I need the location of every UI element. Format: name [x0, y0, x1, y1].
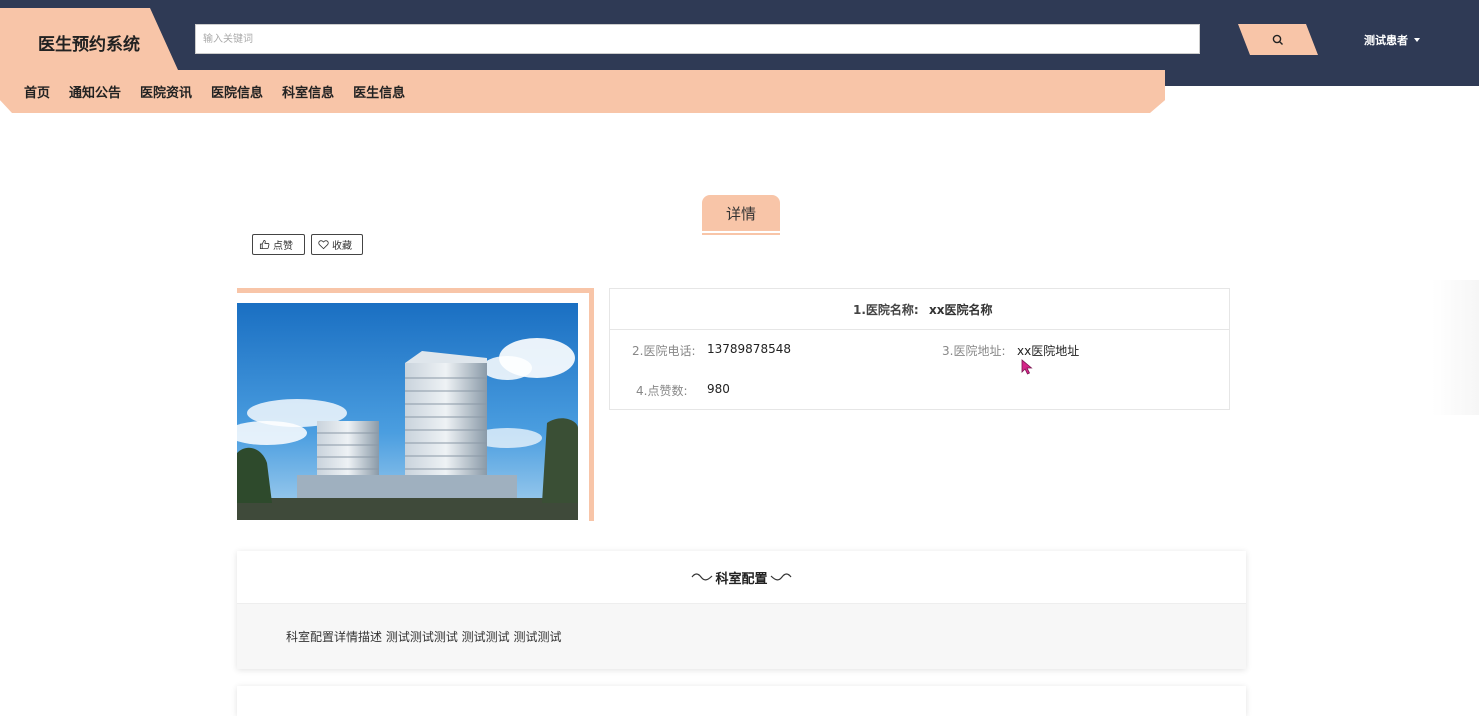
hospital-address-label: 3.医院地址:: [942, 344, 1006, 358]
collect-label: 收藏: [332, 241, 352, 252]
likes-count-value: 980: [707, 382, 730, 396]
hospital-phone-value: 13789878548: [707, 342, 791, 356]
thumbs-up-icon: [259, 239, 270, 250]
nav-item-department[interactable]: 科室信息: [282, 82, 334, 101]
hospital-name-label: 1.医院名称:: [853, 303, 919, 317]
left-ornament-icon: [692, 573, 713, 581]
info-divider: [610, 329, 1230, 330]
hospital-name-value: xx医院名称: [929, 303, 993, 317]
side-shadow: [1432, 280, 1479, 415]
next-section-card: [237, 686, 1246, 716]
hospital-image: [237, 303, 578, 520]
detail-underline: [702, 233, 780, 235]
nav-item-home[interactable]: 首页: [24, 82, 50, 101]
user-name: 测试患者: [1364, 34, 1408, 47]
nav-item-news[interactable]: 医院资讯: [140, 82, 192, 101]
like-label: 点赞: [273, 241, 293, 252]
search-icon: [1272, 34, 1283, 45]
nav-item-notices[interactable]: 通知公告: [69, 82, 121, 101]
collect-button[interactable]: 收藏: [311, 234, 363, 255]
mouse-cursor-icon: [1021, 359, 1033, 375]
nav-item-doctor[interactable]: 医生信息: [353, 82, 405, 101]
section-content: 科室配置详情描述 测试测试测试 测试测试 测试测试: [286, 630, 562, 644]
detail-tab: 详情: [702, 195, 780, 231]
caret-down-icon: [1414, 38, 1420, 42]
nav-item-hospital[interactable]: 医院信息: [211, 82, 263, 101]
like-button[interactable]: 点赞: [252, 234, 305, 255]
section-header: 科室配置: [237, 551, 1246, 604]
search-button[interactable]: [1238, 24, 1318, 55]
section-body: 科室配置详情描述 测试测试测试 测试测试 测试测试: [237, 604, 1246, 669]
heart-icon: [318, 240, 329, 250]
department-config-section: 科室配置 科室配置详情描述 测试测试测试 测试测试 测试测试: [237, 551, 1246, 669]
user-menu[interactable]: 测试患者: [1364, 32, 1420, 48]
likes-count-label: 4.点赞数:: [636, 384, 688, 398]
hospital-address-value: xx医院地址: [1017, 344, 1080, 358]
hospital-phone-label: 2.医院电话:: [632, 344, 696, 358]
nav-menu: 首页 通知公告 医院资讯 医院信息 科室信息 医生信息: [24, 82, 405, 101]
site-logo[interactable]: 医生预约系统: [38, 30, 140, 55]
right-ornament-icon: [770, 573, 791, 581]
section-title: 科室配置: [715, 571, 768, 587]
search-input[interactable]: [195, 24, 1200, 54]
info-table: [609, 288, 1230, 410]
